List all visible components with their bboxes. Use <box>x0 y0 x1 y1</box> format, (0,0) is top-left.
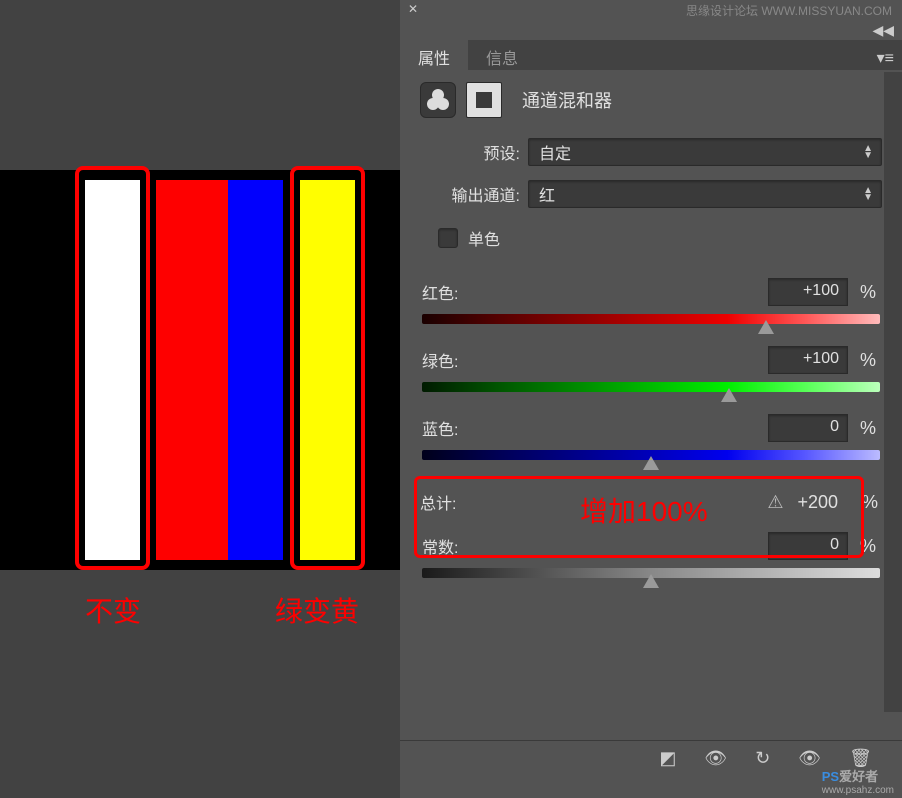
panel-body: 通道混和器 预设: 自定 ▲▼ 输出通道: 红 ▲▼ 单色 红色: +100 % <box>400 70 902 612</box>
annotation-text-green: 增加100% <box>580 490 708 530</box>
properties-panel: ✕ 思缘设计论坛 WWW.MISSYUAN.COM ◀◀ 属性 信息 ▾≡ 通道… <box>400 0 902 798</box>
percent-label: % <box>860 282 880 303</box>
collapse-icon[interactable]: ◀◀ <box>872 22 894 39</box>
preset-dropdown[interactable]: 自定 ▲▼ <box>528 138 882 166</box>
percent-label: % <box>860 418 880 439</box>
watermark-bottom: PS爱好者 www.psahz.com <box>822 766 894 796</box>
green-label: 绿色: <box>422 348 768 372</box>
mono-label: 单色 <box>468 226 500 250</box>
output-label: 输出通道: <box>420 182 520 206</box>
percent-label: % <box>860 350 880 371</box>
blue-label: 蓝色: <box>422 416 768 440</box>
percent-label: % <box>862 492 882 513</box>
slider-thumb[interactable] <box>643 574 659 588</box>
mask-icon[interactable] <box>466 82 502 118</box>
dropdown-arrows-icon: ▲▼ <box>863 187 873 201</box>
annotation-box-right <box>290 166 365 570</box>
title-row: 通道混和器 <box>420 82 882 118</box>
watermark-top: 思缘设计论坛 WWW.MISSYUAN.COM <box>686 2 892 19</box>
green-slider-group: 绿色: +100 % <box>420 346 882 398</box>
color-bar-red <box>156 180 228 560</box>
slider-thumb[interactable] <box>758 320 774 334</box>
dropdown-arrows-icon: ▲▼ <box>863 145 873 159</box>
red-value-input[interactable]: +100 <box>768 278 848 306</box>
green-value-input[interactable]: +100 <box>768 346 848 374</box>
panel-title: 通道混和器 <box>522 87 612 113</box>
annotation-text-right: 绿变黄 <box>275 590 359 630</box>
blue-value-input[interactable]: 0 <box>768 414 848 442</box>
red-label: 红色: <box>422 280 768 304</box>
close-icon[interactable]: ✕ <box>408 2 418 16</box>
preset-row: 预设: 自定 ▲▼ <box>420 138 882 166</box>
annotation-box-left <box>75 166 150 570</box>
slider-thumb[interactable] <box>643 456 659 470</box>
blue-slider-group: 蓝色: 0 % <box>420 414 882 466</box>
canvas-area: 不变 绿变黄 <box>0 0 400 798</box>
clip-to-layer-icon[interactable]: ◩ <box>659 748 676 769</box>
tab-info[interactable]: 信息 <box>468 40 536 70</box>
scrollbar[interactable] <box>884 72 902 712</box>
panel-header: ✕ 思缘设计论坛 WWW.MISSYUAN.COM <box>400 0 902 20</box>
reset-icon[interactable]: ↻ <box>755 748 770 769</box>
color-bar-blue <box>228 180 283 560</box>
preset-label: 预设: <box>420 140 520 164</box>
toggle-visibility-icon[interactable]: 👁 <box>798 748 821 769</box>
tab-properties[interactable]: 属性 <box>400 40 468 70</box>
mono-checkbox[interactable] <box>438 228 458 248</box>
menu-icon[interactable]: ▾≡ <box>877 48 894 68</box>
annotation-text-left: 不变 <box>85 590 141 630</box>
channel-mixer-icon[interactable] <box>420 82 456 118</box>
red-slider[interactable] <box>422 314 880 330</box>
green-slider[interactable] <box>422 382 880 398</box>
mono-row: 单色 <box>438 226 882 250</box>
view-previous-icon[interactable]: 👁 <box>704 748 727 769</box>
output-value: 红 <box>539 182 555 206</box>
preset-value: 自定 <box>539 140 571 164</box>
panel-tabs: 属性 信息 ▾≡ <box>400 40 902 70</box>
output-dropdown[interactable]: 红 ▲▼ <box>528 180 882 208</box>
output-row: 输出通道: 红 ▲▼ <box>420 180 882 208</box>
red-slider-group: 红色: +100 % <box>420 278 882 330</box>
slider-thumb[interactable] <box>721 388 737 402</box>
blue-slider[interactable] <box>422 450 880 466</box>
constant-slider[interactable] <box>422 568 880 584</box>
